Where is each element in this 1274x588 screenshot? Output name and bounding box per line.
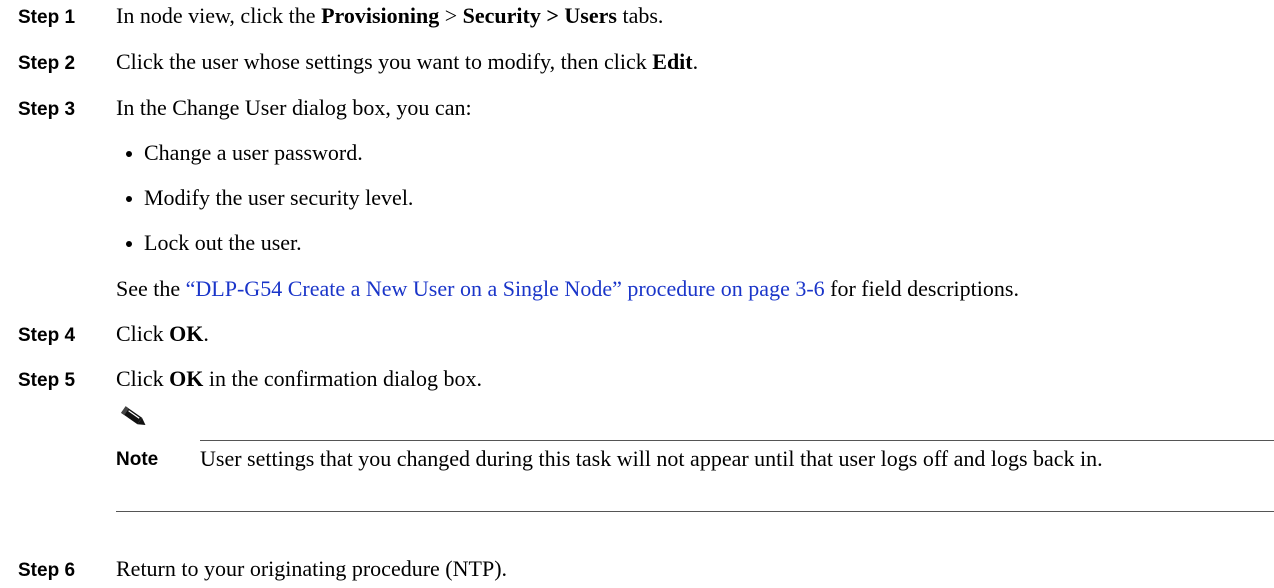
step-label: Step 4 bbox=[18, 325, 76, 346]
see-prefix: See the bbox=[116, 276, 186, 301]
bullet-icon bbox=[126, 196, 132, 202]
pencil-icon bbox=[121, 406, 146, 426]
see-also-text: See the “DLP-G54 Create a New User on a … bbox=[116, 277, 1264, 301]
bullet-text: Change a user password. bbox=[144, 140, 363, 165]
step-label: Step 3 bbox=[18, 99, 76, 120]
ui-term: Edit bbox=[652, 49, 693, 74]
step-text-part: tabs. bbox=[616, 3, 664, 28]
bullet-icon bbox=[126, 241, 132, 247]
step-text: In the Change User dialog box, you can: bbox=[116, 95, 472, 120]
note-text: User settings that you changed during th… bbox=[200, 446, 1103, 471]
bullet-icon bbox=[126, 151, 132, 157]
bullet-text: Lock out the user. bbox=[144, 230, 302, 255]
step-label: Step 6 bbox=[18, 560, 76, 581]
note-divider-bottom bbox=[116, 511, 1274, 512]
see-suffix: for field descriptions. bbox=[824, 276, 1019, 301]
step-text-part: > bbox=[439, 3, 463, 28]
step-text: Click OK. bbox=[116, 322, 1264, 346]
step-text: Click OK in the confirmation dialog box. bbox=[116, 367, 1264, 391]
step-label: Step 5 bbox=[18, 370, 76, 391]
step-text: Click the user whose settings you want t… bbox=[116, 50, 1264, 74]
step-text-part: In node view, click the bbox=[116, 3, 322, 28]
step-label: Step 1 bbox=[18, 7, 76, 28]
ui-term: OK bbox=[169, 366, 204, 391]
step-text: Return to your originating procedure (NT… bbox=[116, 556, 508, 581]
step-text-part: Click bbox=[116, 366, 170, 391]
step-text-part: . bbox=[692, 49, 699, 74]
cross-reference-link[interactable]: “DLP-G54 Create a New User on a Single N… bbox=[186, 276, 825, 301]
step-label: Step 2 bbox=[18, 53, 76, 74]
step-text-part: in the confirmation dialog box. bbox=[203, 366, 483, 391]
ui-term: OK bbox=[169, 321, 204, 346]
ui-term: Security > Users bbox=[462, 3, 617, 28]
step-text-part: Click bbox=[116, 321, 170, 346]
note-label: Note bbox=[116, 449, 159, 470]
note-divider-top bbox=[200, 440, 1274, 441]
step-text: In node view, click the Provisioning > S… bbox=[116, 4, 1264, 28]
bullet-text: Modify the user security level. bbox=[144, 185, 414, 210]
ui-term: Provisioning bbox=[321, 3, 440, 28]
procedure-page: Step 1 In node view, click the Provision… bbox=[0, 0, 1274, 588]
note-block: Note User settings that you changed duri… bbox=[116, 404, 1274, 512]
step-text-part: Click the user whose settings you want t… bbox=[116, 49, 653, 74]
step-text-part: . bbox=[203, 321, 209, 346]
